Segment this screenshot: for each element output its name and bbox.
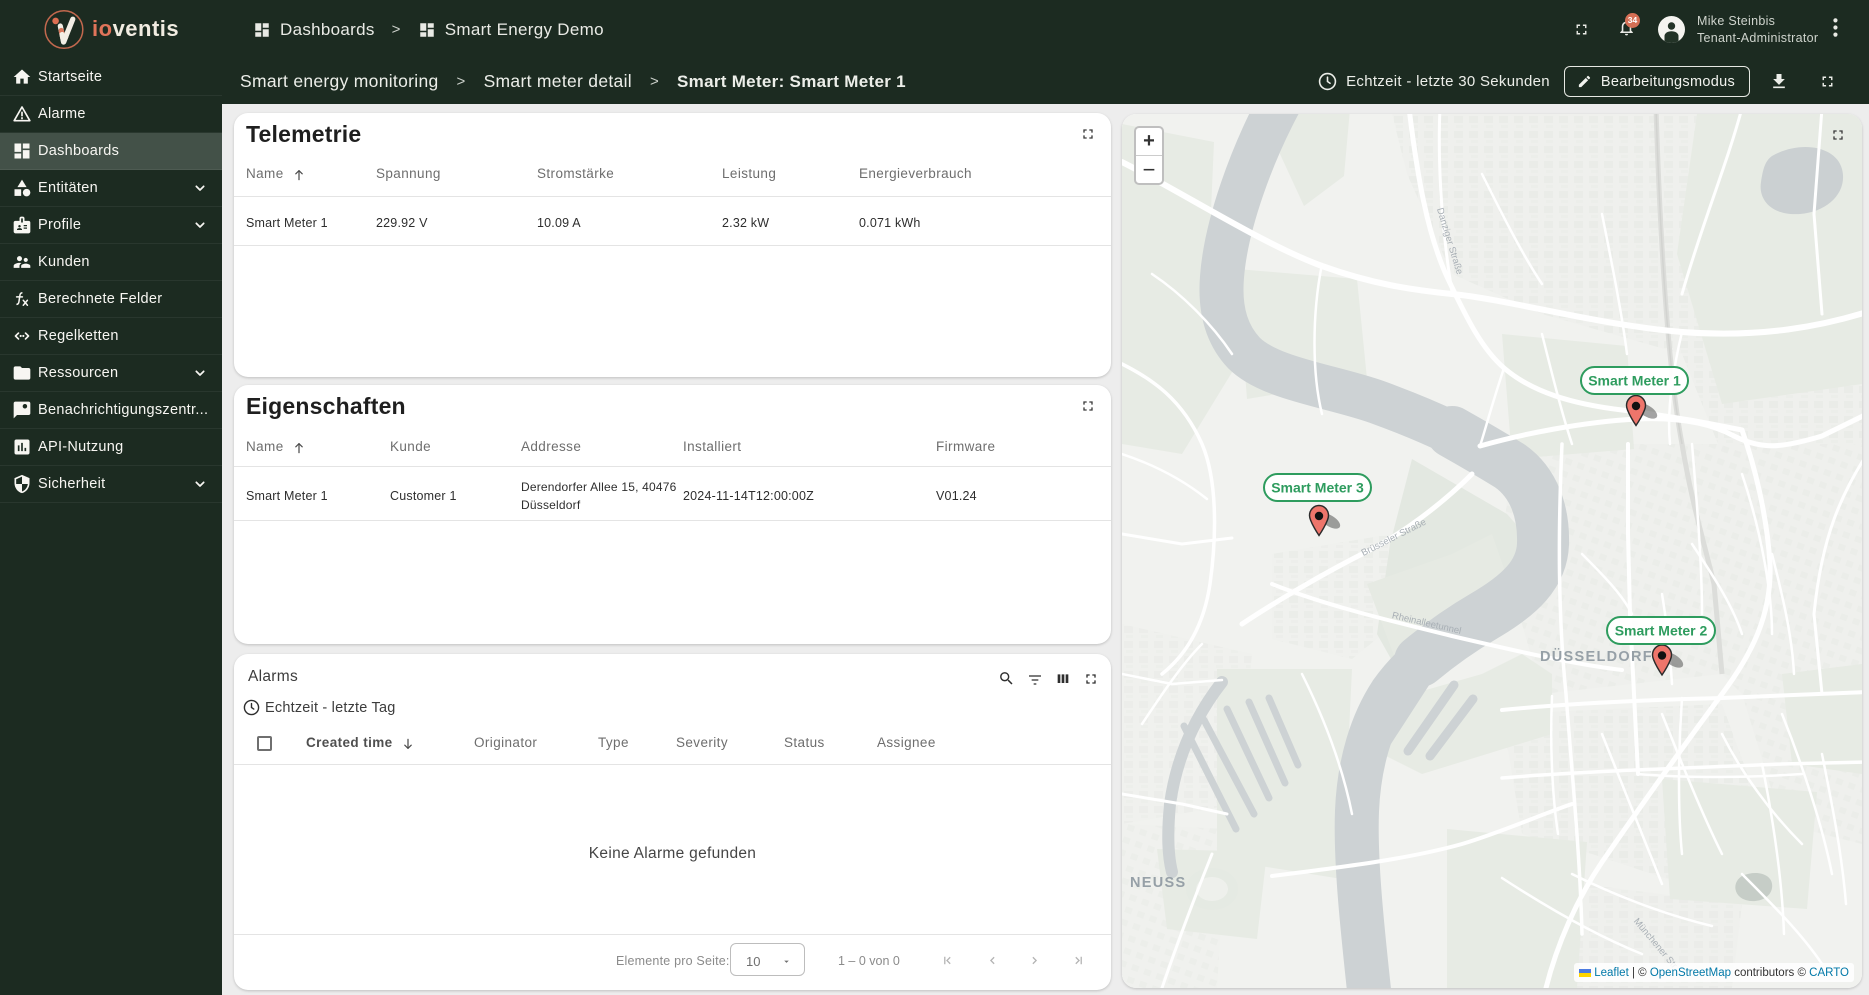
svg-text:DÜSSELDORF: DÜSSELDORF	[1540, 648, 1653, 665]
svg-text:Smart Meter 3: Smart Meter 3	[1271, 480, 1364, 496]
svg-text:Smart Meter 2: Smart Meter 2	[1615, 623, 1708, 639]
svg-text:NEUSS: NEUSS	[1130, 875, 1186, 891]
svg-text:Smart Meter 1: Smart Meter 1	[1588, 373, 1681, 389]
